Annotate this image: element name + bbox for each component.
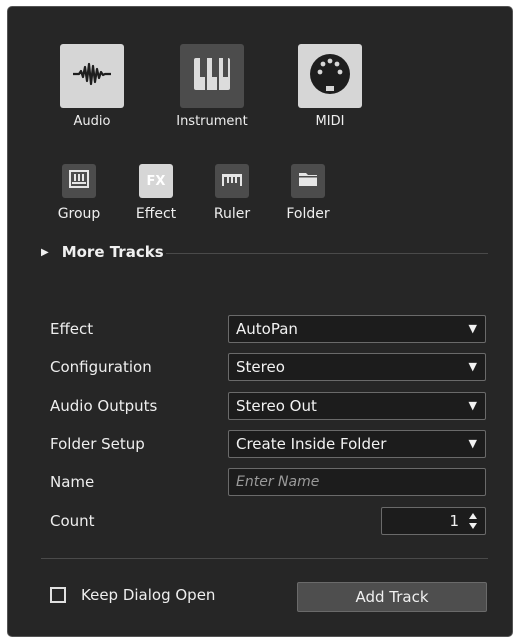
more-tracks-toggle[interactable]: ▶ More Tracks [41, 243, 164, 261]
effect-label: Effect [135, 206, 177, 222]
effect-track-button[interactable]: FX [139, 164, 173, 198]
keep-dialog-open-label[interactable]: Keep Dialog Open [81, 586, 215, 604]
configuration-value: Stereo [236, 358, 285, 376]
folder-setup-value: Create Inside Folder [236, 435, 387, 453]
ruler-track-button[interactable] [215, 164, 249, 198]
audio-label: Audio [73, 114, 111, 129]
count-stepper[interactable]: 1 [381, 507, 486, 535]
dropdown-arrow-icon: ▼ [468, 360, 477, 373]
effect-value: AutoPan [236, 320, 298, 338]
count-label: Count [50, 512, 95, 530]
instrument-label: Instrument [176, 114, 248, 129]
dropdown-arrow-icon: ▼ [468, 322, 477, 335]
footer-divider [41, 558, 488, 559]
waveform-icon [72, 62, 112, 90]
folder-icon [298, 171, 318, 191]
configuration-label: Configuration [50, 358, 152, 376]
effect-label: Effect [50, 320, 94, 338]
midi-port-icon [308, 52, 352, 100]
divider [166, 253, 488, 254]
dropdown-arrow-icon: ▼ [468, 399, 477, 412]
configuration-dropdown[interactable]: Stereo ▼ [228, 353, 486, 381]
folder-track-button[interactable] [291, 164, 325, 198]
audio-outputs-label: Audio Outputs [50, 397, 158, 415]
keep-dialog-open-checkbox[interactable] [50, 587, 66, 603]
dropdown-arrow-icon: ▼ [468, 437, 477, 450]
add-track-button[interactable]: Add Track [297, 582, 487, 612]
more-tracks-label: More Tracks [61, 243, 164, 261]
name-placeholder: Enter Name [236, 474, 320, 490]
effect-dropdown[interactable]: AutoPan ▼ [228, 315, 486, 343]
group-fader-icon [69, 170, 89, 192]
add-track-dialog: Audio Instrument MIDI Group FX Effect Ru… [7, 6, 513, 637]
name-input[interactable]: Enter Name [228, 468, 486, 496]
audio-track-button[interactable] [60, 44, 124, 108]
stepper-arrows-icon[interactable] [468, 511, 478, 531]
ruler-label: Ruler [213, 206, 251, 222]
count-value: 1 [449, 512, 459, 530]
group-label: Group [57, 206, 101, 222]
expand-arrow-icon: ▶ [41, 246, 49, 258]
folder-setup-label: Folder Setup [50, 435, 145, 453]
piano-keys-icon [193, 57, 231, 95]
fx-icon: FX [146, 173, 166, 189]
ruler-icon [221, 172, 243, 191]
folder-label: Folder [286, 206, 330, 222]
midi-track-button[interactable] [298, 44, 362, 108]
audio-outputs-value: Stereo Out [236, 397, 317, 415]
folder-setup-dropdown[interactable]: Create Inside Folder ▼ [228, 430, 486, 458]
name-label: Name [50, 473, 95, 491]
audio-outputs-dropdown[interactable]: Stereo Out ▼ [228, 392, 486, 420]
instrument-track-button[interactable] [180, 44, 244, 108]
group-track-button[interactable] [62, 164, 96, 198]
midi-label: MIDI [315, 114, 345, 129]
